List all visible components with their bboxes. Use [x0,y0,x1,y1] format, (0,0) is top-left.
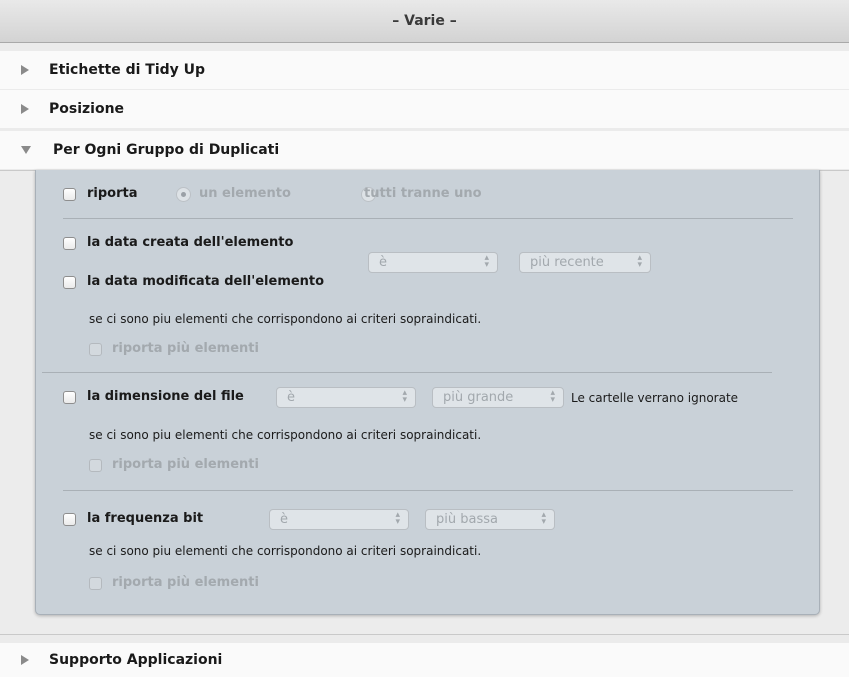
size-direction-value: più grande [443,390,514,405]
section-duplicate-groups[interactable]: Per Ogni Gruppo di Duplicati [0,131,849,169]
modified-date-label: la data modificata dell'elemento [87,274,325,289]
popup-arrows-icon: ▴ ▾ [541,510,546,527]
pane-title-text: – Varie – [392,13,457,29]
separator [42,372,772,373]
bitrate-report-multiple-label: riporta più elementi [112,575,259,590]
bitrate-label: la frequenza bit [87,511,204,526]
created-date-label: la data creata dell'elemento [87,235,294,250]
bitrate-note: se ci sono piu elementi che corrispondon… [89,544,482,558]
popup-arrows-icon: ▴ ▾ [395,510,400,527]
bitrate-report-multiple-checkbox[interactable] [89,577,102,590]
separator [63,490,793,491]
created-date-checkbox[interactable] [63,237,76,250]
bitrate-operator-popup[interactable]: è ▴ ▾ [269,509,409,530]
duplicates-options-panel: riporta un elemento tutti tranne uno la … [35,170,820,615]
size-report-multiple-checkbox[interactable] [89,459,102,472]
radio-one-element-label: un elemento [199,186,291,201]
size-operator-popup[interactable]: è ▴ ▾ [276,387,416,408]
size-report-multiple-label: riporta più elementi [112,457,259,472]
disclosure-triangle-right-icon[interactable] [21,65,29,75]
popup-arrows-icon: ▴ ▾ [550,388,555,405]
section-label: Per Ogni Gruppo di Duplicati [53,142,280,158]
popup-arrows-icon: ▴ ▾ [484,253,489,270]
modified-date-checkbox[interactable] [63,276,76,289]
file-size-checkbox[interactable] [63,391,76,404]
report-label: riporta [87,186,138,201]
disclosure-triangle-down-icon[interactable] [21,146,31,154]
size-direction-popup[interactable]: più grande ▴ ▾ [432,387,564,408]
date-direction-value: più recente [530,255,604,270]
section-label: Etichette di Tidy Up [49,62,206,78]
bitrate-direction-value: più bassa [436,512,498,527]
file-size-label: la dimensione del file [87,389,244,404]
date-report-multiple-checkbox[interactable] [89,343,102,356]
radio-all-but-one-label: tutti tranne uno [364,186,482,201]
section-app-support[interactable]: Supporto Applicazioni [0,643,849,677]
section-label: Posizione [49,101,125,117]
date-note: se ci sono piu elementi che corrispondon… [89,312,482,326]
size-note: se ci sono piu elementi che corrispondon… [89,428,482,442]
section-label: Supporto Applicazioni [49,652,223,668]
radio-one-element[interactable] [176,187,191,202]
popup-arrows-icon: ▴ ▾ [402,388,407,405]
date-report-multiple-label: riporta più elementi [112,341,259,356]
folders-ignored-hint: Le cartelle verrano ignorate [571,391,739,405]
popup-arrows-icon: ▴ ▾ [637,253,642,270]
report-checkbox[interactable] [63,188,76,201]
pane-title: – Varie – [0,0,849,43]
bitrate-direction-popup[interactable]: più bassa ▴ ▾ [425,509,555,530]
date-direction-popup[interactable]: più recente ▴ ▾ [519,252,651,273]
size-operator-value: è [287,390,295,405]
bitrate-operator-value: è [280,512,288,527]
date-operator-value: è [379,255,387,270]
section-position[interactable]: Posizione [0,90,849,128]
disclosure-triangle-right-icon[interactable] [21,104,29,114]
disclosure-triangle-right-icon[interactable] [21,655,29,665]
section-tidy-up-labels[interactable]: Etichette di Tidy Up [0,51,849,89]
separator [63,218,793,219]
date-operator-popup[interactable]: è ▴ ▾ [368,252,498,273]
bitrate-checkbox[interactable] [63,513,76,526]
